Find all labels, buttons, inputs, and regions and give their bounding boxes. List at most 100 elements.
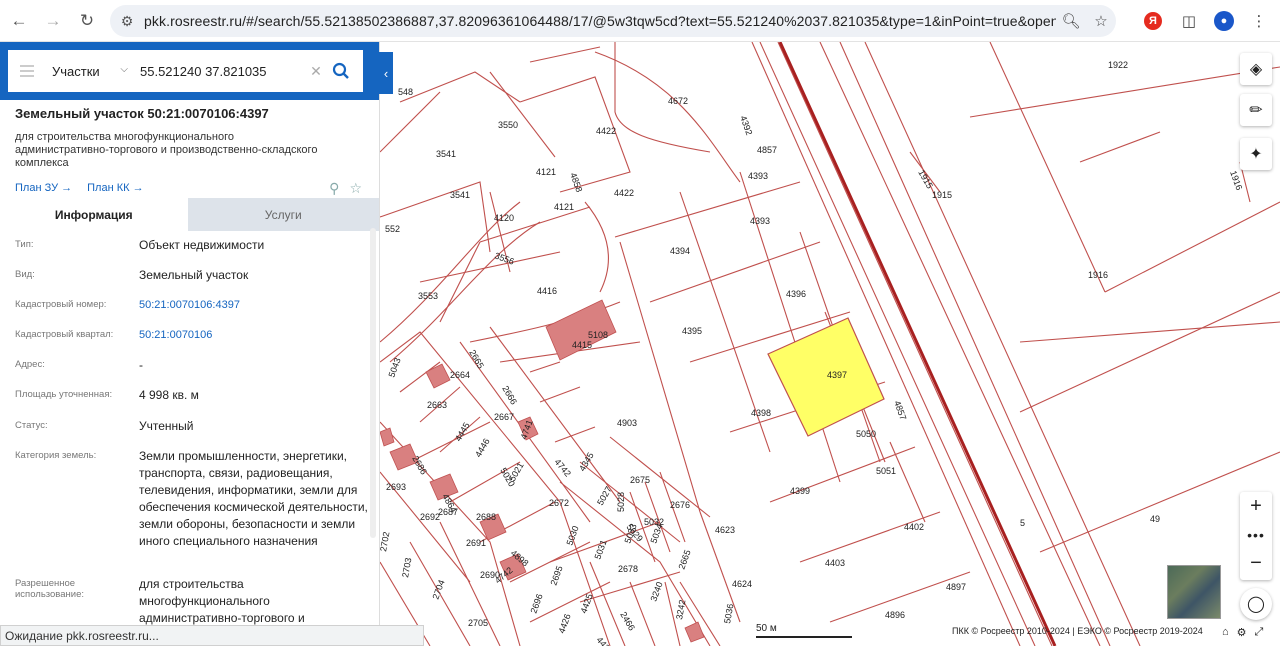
parcel-number-label: 4399 — [790, 486, 810, 496]
parcel-number-label: 5021 — [507, 461, 526, 483]
forward-arrow-icon[interactable]: → — [36, 4, 70, 38]
search-button[interactable] — [326, 62, 356, 80]
reload-icon[interactable]: ↻ — [70, 4, 104, 38]
search-box: Участки ⌵ ✕ — [8, 50, 363, 92]
parcel-boundary — [389, 221, 541, 363]
parcel-boundary — [864, 42, 1141, 646]
parcel-number-label: 2691 — [466, 538, 486, 548]
parcel-boundary — [584, 201, 609, 293]
search-icon — [332, 62, 349, 79]
cadastral-quarter-link[interactable]: 50:21:0070106 — [139, 327, 369, 351]
home-icon[interactable]: ⌂ — [1222, 626, 1229, 639]
browser-status-bar: Ожидание pkk.rosreestr.ru... — [0, 625, 424, 646]
parcel-number-label: 1915 — [916, 168, 935, 190]
info-row-area: Площадь уточненная: 4 998 кв. м — [0, 381, 379, 412]
parcel-number-label: 4402 — [904, 522, 924, 532]
parcel-number-label: 4121 — [554, 202, 574, 212]
plan-kk-link[interactable]: План КК → — [87, 182, 143, 194]
compass-button[interactable]: ◯ — [1240, 588, 1272, 620]
info-row-status: Статус: Учтенный — [0, 412, 379, 442]
parcel-number-label: 552 — [385, 224, 400, 234]
info-label: Категория земель: — [15, 450, 97, 461]
map-footer-icons: ⌂ ⚙ ⤢ — [1222, 626, 1263, 639]
tab-information[interactable]: Информация — [0, 198, 188, 231]
panel-scrollbar[interactable] — [370, 228, 376, 538]
search-input[interactable] — [136, 63, 306, 79]
parcel-number-label: 5028 — [616, 492, 626, 512]
tab-services[interactable]: Услуги — [187, 198, 379, 231]
parcel-number-label: 3541 — [436, 149, 456, 159]
menu-kebab-icon[interactable]: ⋮ — [1244, 6, 1274, 36]
plan-zu-link[interactable]: План ЗУ → — [15, 182, 72, 194]
parcel-number-label: 4392 — [738, 114, 754, 136]
parcel-boundary — [380, 91, 441, 153]
parcel-number-label: 1916 — [1088, 270, 1108, 280]
layers-button[interactable]: ◈ — [1240, 53, 1272, 85]
site-settings-icon[interactable]: ⚙ — [110, 13, 144, 30]
parcel-number-label: 2695 — [548, 564, 564, 586]
parcel-boundary — [614, 181, 801, 238]
map-copyright: ПКК © Росреестр 2010-2024 | ЕЭКО © Росре… — [952, 626, 1203, 636]
layers-icon: ◈ — [1249, 61, 1263, 78]
search-bar: Участки ⌵ ✕ — [0, 42, 379, 100]
collapse-panel-button[interactable]: ‹ — [379, 52, 393, 94]
building-footprint — [684, 621, 705, 643]
back-arrow-icon[interactable]: ← — [2, 4, 36, 38]
search-type-select[interactable]: Участки ⌵ — [46, 64, 136, 79]
building-footprint — [380, 427, 395, 447]
parcel-number-label: 548 — [398, 87, 413, 97]
settings-icon[interactable]: ⚙ — [1237, 626, 1247, 639]
bookmark-star-icon[interactable]: ☆ — [1086, 6, 1116, 36]
hamburger-menu-icon[interactable] — [8, 65, 46, 77]
parcel-number-label: 4393 — [748, 171, 768, 181]
parcel-number-label: 2696 — [528, 592, 544, 614]
info-label: Вид: — [15, 269, 35, 280]
parcel-number-label: 2672 — [549, 498, 569, 508]
clear-search-icon[interactable]: ✕ — [306, 63, 326, 80]
parcel-number-label: 3541 — [450, 190, 470, 200]
search-on-map-icon[interactable]: ⚲ — [329, 180, 339, 197]
locate-button[interactable]: ✦ — [1240, 138, 1272, 170]
building-footprint — [425, 363, 451, 389]
info-value: 4 998 кв. м — [139, 388, 199, 402]
parcel-number-label: 5108 — [588, 330, 608, 340]
parcel-number-label: 4395 — [682, 326, 702, 336]
selected-parcel — [767, 317, 885, 437]
cadastral-map[interactable]: 1922 4672 3550 4422 4392 548 3541 4121 4858 4857 4… — [380, 42, 1280, 646]
parcel-number-label: 4742 — [552, 457, 573, 479]
ruler-button[interactable]: ✏︎ — [1240, 94, 1272, 126]
parcel-boundary — [539, 386, 581, 403]
favorite-star-icon[interactable]: ☆ — [349, 180, 362, 197]
zoom-more-button[interactable]: ••• — [1240, 521, 1272, 549]
zoom-out-button[interactable]: − — [1240, 549, 1272, 578]
parcel-number-label: 5030 — [564, 524, 580, 546]
cadastral-number-link[interactable]: 50:21:0070106:4397 — [139, 297, 369, 321]
fullscreen-icon[interactable]: ⤢ — [1255, 626, 1264, 639]
map-canvas[interactable]: 1922 4672 3550 4422 4392 548 3541 4121 4858 4857 4… — [380, 42, 1280, 646]
parcel-number-label: 4445 — [453, 421, 472, 443]
parcel-number-label: 5 — [1020, 518, 1025, 528]
url-text[interactable]: pkk.rosreestr.ru/#/search/55.52138502386… — [144, 13, 1056, 29]
yandex-extension-icon[interactable]: Я — [1144, 12, 1162, 30]
address-bar[interactable]: ⚙ pkk.rosreestr.ru/#/search/55.521385023… — [110, 5, 1116, 37]
parcel-boundary — [1079, 131, 1161, 163]
parcel-number-label: 4422 — [596, 126, 616, 136]
zoom-icon[interactable]: 🔍︎ — [1056, 6, 1086, 36]
info-row-permitted-use: Разрешенное использование: для строитель… — [0, 572, 379, 632]
parcel-number-label: 4393 — [750, 216, 770, 226]
extensions-puzzle-icon[interactable]: ◫ — [1174, 6, 1204, 36]
search-type-label: Участки — [52, 63, 100, 79]
zoom-control: + ••• − — [1240, 492, 1272, 580]
zoom-in-button[interactable]: + — [1240, 492, 1272, 521]
info-label: Кадастровый номер: — [15, 299, 107, 310]
parcel-number-label: 2692 — [420, 512, 440, 522]
basemap-switcher-thumbnail[interactable] — [1167, 565, 1221, 619]
parcel-number-label: 4398 — [751, 408, 771, 418]
profile-avatar-icon[interactable]: ● — [1214, 11, 1234, 31]
parcel-number-label: 4897 — [946, 582, 966, 592]
parcel-number-label: 2665 — [676, 548, 692, 570]
parcel-number-label: 3550 — [498, 120, 518, 130]
info-value: Учтенный — [139, 419, 194, 433]
info-row-cadastral-number: Кадастровый номер: 50:21:0070106:4397 — [0, 291, 379, 321]
parcel-number-label: 4446 — [473, 437, 492, 459]
